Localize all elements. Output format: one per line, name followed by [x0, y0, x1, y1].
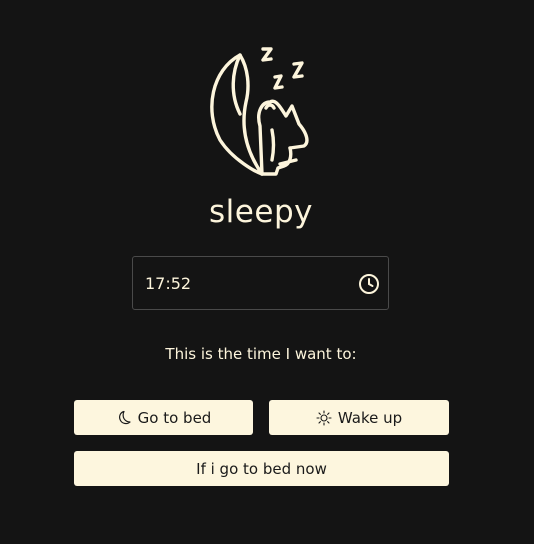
bed-now-label: If i go to bed now [196, 459, 327, 478]
bed-now-button[interactable]: If i go to bed now [74, 451, 449, 486]
wake-up-button[interactable]: Wake up [269, 400, 449, 435]
sun-icon [316, 409, 332, 426]
app-page: sleepy This is the time I want to: Go to… [0, 0, 534, 544]
go-to-bed-button[interactable]: Go to bed [74, 400, 253, 435]
time-input[interactable] [145, 257, 345, 309]
moon-icon [118, 410, 131, 424]
app-title: sleepy [209, 194, 313, 230]
sleeping-moon-cat-icon [210, 47, 309, 176]
time-prompt-label: This is the time I want to: [165, 345, 357, 363]
time-field[interactable] [132, 256, 389, 310]
go-to-bed-label: Go to bed [137, 408, 212, 427]
wake-up-label: Wake up [337, 408, 403, 427]
clock-icon[interactable] [358, 273, 380, 295]
